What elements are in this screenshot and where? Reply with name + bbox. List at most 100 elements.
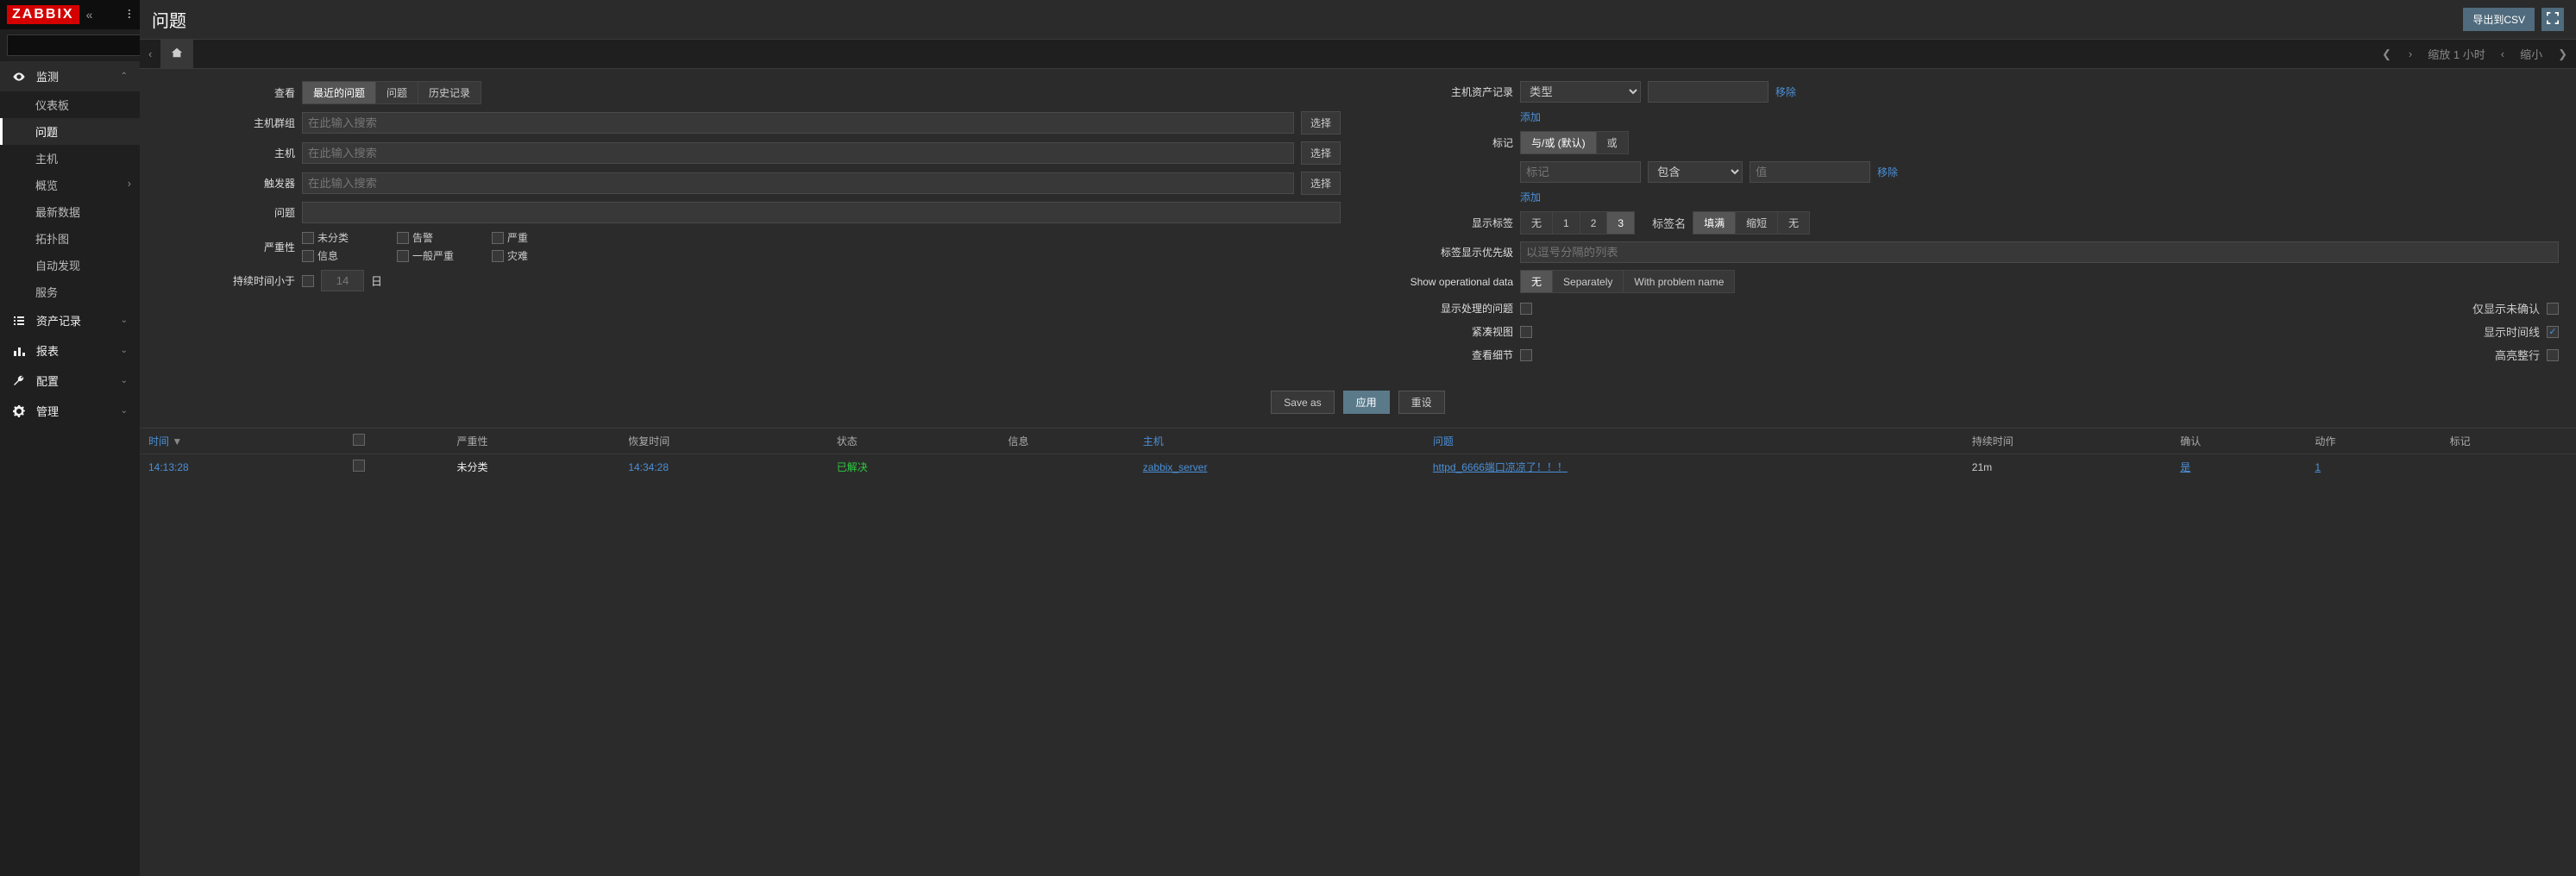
problem-input[interactable] (302, 202, 1341, 223)
col-5[interactable]: 信息 (1000, 429, 1134, 454)
shrink-label[interactable]: 缩小 (2513, 46, 2549, 62)
row-checkbox[interactable] (353, 460, 365, 472)
tag-remove-link[interactable]: 移除 (1877, 165, 1898, 179)
cell-time[interactable]: 14:13:28 (140, 454, 344, 480)
col-9[interactable]: 确认 (2171, 429, 2306, 454)
nav-section-配置[interactable]: 配置⌄ (0, 366, 140, 396)
tag-value-input[interactable] (1750, 161, 1870, 183)
sidebar-item-6[interactable]: 自动发现 (0, 252, 140, 278)
nav-section-管理[interactable]: 管理⌄ (0, 396, 140, 426)
apply-button[interactable]: 应用 (1343, 391, 1390, 414)
nav-section-资产记录[interactable]: 资产记录⌄ (0, 305, 140, 335)
showtags-seg-opt-2[interactable]: 2 (1580, 212, 1608, 234)
hostgroup-select-button[interactable]: 选择 (1301, 111, 1341, 135)
col-6[interactable]: 主机 (1134, 429, 1424, 454)
asset-type-select[interactable]: 类型 (1520, 81, 1641, 103)
sidebar-collapse-icon[interactable]: « (86, 8, 91, 22)
asset-remove-link[interactable]: 移除 (1775, 84, 1796, 99)
fullscreen-button[interactable] (2541, 8, 2564, 31)
col-8[interactable]: 持续时间 (1963, 429, 2171, 454)
view-seg-opt-1[interactable]: 问题 (376, 82, 418, 103)
nav-back-icon[interactable]: ‹ (140, 41, 160, 67)
nav-section-报表[interactable]: 报表⌄ (0, 335, 140, 366)
duration-enable-checkbox[interactable] (302, 275, 314, 287)
tag-add-link[interactable]: 添加 (1520, 190, 1541, 204)
showtags-seg-opt-0[interactable]: 无 (1521, 212, 1553, 234)
zoom-label[interactable]: 缩放 1 小时 (2421, 46, 2491, 62)
col-7[interactable]: 问题 (1424, 429, 1963, 454)
col-4[interactable]: 状态 (828, 429, 1000, 454)
time-prev-icon[interactable]: › (2400, 41, 2421, 67)
compact-checkbox[interactable] (1520, 326, 1532, 338)
tagname-seg-opt-2[interactable]: 无 (1778, 212, 1809, 234)
sidebar-item-0[interactable]: 仪表板 (0, 91, 140, 118)
showtags-seg-opt-1[interactable]: 1 (1553, 212, 1580, 234)
show-handled-checkbox[interactable] (1520, 303, 1532, 315)
col-11[interactable]: 标记 (2441, 429, 2576, 454)
col-10[interactable]: 动作 (2306, 429, 2441, 454)
sidebar-hide-icon[interactable]: ⠇ (127, 8, 133, 22)
col-1[interactable] (344, 429, 449, 454)
severity-option[interactable]: 信息 (302, 248, 381, 263)
duration-value-input[interactable] (321, 270, 364, 291)
tag-op-select[interactable]: 包含 (1648, 161, 1743, 183)
tagprio-input[interactable] (1520, 241, 2559, 263)
view-seg-opt-2[interactable]: 历史记录 (418, 82, 481, 103)
home-icon[interactable] (160, 40, 193, 68)
severity-checkbox[interactable] (492, 250, 504, 262)
asset-add-link[interactable]: 添加 (1520, 110, 1541, 124)
severity-checkbox[interactable] (397, 232, 409, 244)
view-seg-opt-0[interactable]: 最近的问题 (303, 82, 376, 103)
export-csv-button[interactable]: 导出到CSV (2463, 8, 2535, 31)
severity-option[interactable]: 灾难 (492, 248, 571, 263)
severity-checkbox[interactable] (492, 232, 504, 244)
severity-checkbox[interactable] (397, 250, 409, 262)
severity-option[interactable]: 严重 (492, 230, 571, 245)
cell-check[interactable] (344, 454, 449, 480)
tag-or-button[interactable]: 或 (1597, 132, 1628, 153)
cell-recovery[interactable]: 14:34:28 (619, 454, 827, 480)
cell-ack[interactable]: 是 (2171, 454, 2306, 480)
sidebar-item-1[interactable]: 问题 (0, 118, 140, 145)
nav-section-monitor[interactable]: 监测 ⌃ (0, 61, 140, 91)
timeline-checkbox[interactable] (2547, 326, 2559, 338)
asset-value-input[interactable] (1648, 81, 1769, 103)
only-unack-checkbox[interactable] (2547, 303, 2559, 315)
reset-button[interactable]: 重设 (1398, 391, 1445, 414)
sidebar-item-7[interactable]: 服务 (0, 278, 140, 305)
tagname-seg-opt-1[interactable]: 缩短 (1736, 212, 1778, 234)
select-all-checkbox[interactable] (353, 434, 365, 446)
col-3[interactable]: 恢复时间 (619, 429, 827, 454)
hostgroup-input[interactable] (302, 112, 1294, 134)
sidebar-item-4[interactable]: 最新数据 (0, 198, 140, 225)
sidebar-item-2[interactable]: 主机 (0, 145, 140, 172)
sidebar-item-3[interactable]: 概览 › (0, 172, 140, 198)
cell-host[interactable]: zabbix_server (1134, 454, 1424, 480)
col-0[interactable]: 时间 ▼ (140, 429, 344, 454)
opdata-seg-opt-2[interactable]: With problem name (1624, 271, 1734, 292)
sidebar-item-5[interactable]: 拓扑图 (0, 225, 140, 252)
cell-problem[interactable]: httpd_6666端口凉凉了！！！ (1424, 454, 1963, 480)
tagname-seg-opt-0[interactable]: 填满 (1693, 212, 1736, 234)
col-2[interactable]: 严重性 (448, 429, 619, 454)
opdata-seg-opt-0[interactable]: 无 (1521, 271, 1553, 292)
host-input[interactable] (302, 142, 1294, 164)
tag-name-input[interactable] (1520, 161, 1641, 183)
severity-option[interactable]: 一般严重 (397, 248, 476, 263)
time-next-icon[interactable]: ‹ (2492, 41, 2513, 67)
severity-checkbox[interactable] (302, 232, 314, 244)
showtags-seg-opt-3[interactable]: 3 (1607, 212, 1634, 234)
highlight-row-checkbox[interactable] (2547, 349, 2559, 361)
opdata-seg-opt-1[interactable]: Separately (1553, 271, 1624, 292)
severity-option[interactable]: 告警 (397, 230, 476, 245)
time-next-far-icon[interactable]: ❯ (2549, 41, 2576, 68)
details-checkbox[interactable] (1520, 349, 1532, 361)
tag-andor-button[interactable]: 与/或 (默认) (1521, 132, 1597, 153)
trigger-input[interactable] (302, 172, 1294, 194)
severity-checkbox[interactable] (302, 250, 314, 262)
trigger-select-button[interactable]: 选择 (1301, 172, 1341, 195)
save-as-button[interactable]: Save as (1271, 391, 1334, 414)
cell-actions[interactable]: 1 (2306, 454, 2441, 480)
time-prev-far-icon[interactable]: ❮ (2373, 41, 2400, 68)
severity-option[interactable]: 未分类 (302, 230, 381, 245)
